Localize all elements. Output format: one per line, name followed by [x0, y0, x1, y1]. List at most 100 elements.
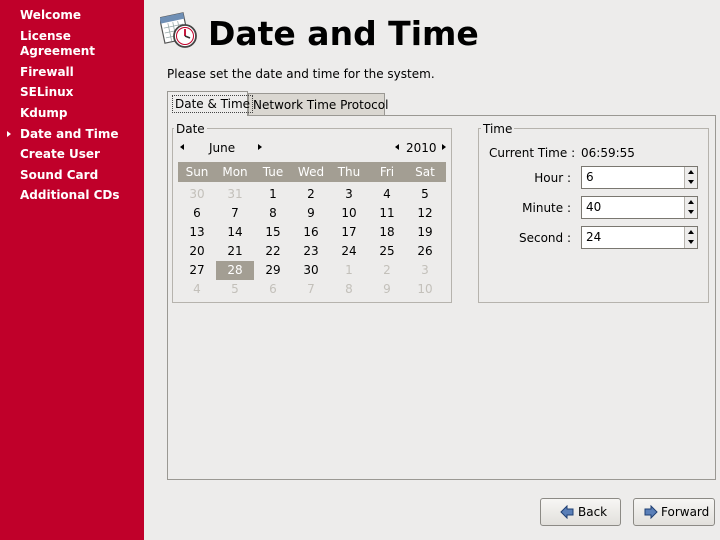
calendar-day[interactable]: 20 [178, 242, 216, 261]
calendar-day[interactable]: 5 [216, 280, 254, 299]
weekday-label: Sun [185, 165, 209, 179]
calendar-day-selected[interactable]: 28 [216, 261, 254, 280]
calendar-day[interactable]: 29 [254, 261, 292, 280]
weekday-label: Thu [337, 165, 361, 179]
calendar-day[interactable]: 3 [330, 185, 368, 204]
sidebar-item-date-and-time[interactable]: Date and Time [20, 127, 140, 142]
calendar-day[interactable]: 9 [292, 204, 330, 223]
calendar-day[interactable]: 6 [178, 204, 216, 223]
page-subtitle: Please set the date and time for the sys… [167, 67, 435, 81]
calendar-day[interactable]: 8 [330, 280, 368, 299]
tab-network-time-protocol[interactable]: Network Time Protocol [248, 93, 389, 116]
calendar-day[interactable]: 4 [178, 280, 216, 299]
tab-date-and-time[interactable]: Date & Time [167, 91, 254, 116]
hour-label: Hour : [534, 171, 571, 185]
calendar-day[interactable]: 2 [292, 185, 330, 204]
sidebar-item-sound-card[interactable]: Sound Card [20, 168, 140, 183]
calendar-day[interactable]: 24 [330, 242, 368, 261]
calendar-month: June [209, 141, 236, 155]
next-month-icon[interactable] [258, 144, 262, 150]
sidebar-item-license-agreement[interactable]: License Agreement [20, 29, 130, 59]
forward-button[interactable]: Forward [633, 498, 715, 526]
minute-value[interactable]: 40 [586, 200, 601, 215]
calendar-day[interactable]: 9 [368, 280, 406, 299]
weekday-label: Sat [415, 165, 435, 179]
calendar-day[interactable]: 18 [368, 223, 406, 242]
sidebar-item-create-user[interactable]: Create User [20, 147, 140, 162]
back-button[interactable]: Back [540, 498, 621, 526]
calendar-day[interactable]: 15 [254, 223, 292, 242]
date-frame-legend: Date [174, 122, 207, 136]
calendar-day[interactable]: 4 [368, 185, 406, 204]
minute-spin-buttons[interactable] [684, 197, 697, 218]
time-frame-legend: Time [481, 122, 515, 136]
sidebar-item-additional-cds[interactable]: Additional CDs [20, 188, 140, 203]
spin-up-icon[interactable] [688, 230, 694, 234]
spin-down-icon[interactable] [688, 210, 694, 214]
hour-value[interactable]: 6 [586, 170, 594, 185]
calendar-day[interactable]: 10 [330, 204, 368, 223]
sidebar-item-selinux[interactable]: SELinux [20, 85, 140, 100]
calendar-day[interactable]: 8 [254, 204, 292, 223]
forward-arrow-icon [644, 505, 658, 519]
current-time-label: Current Time : [489, 146, 576, 160]
calendar-day[interactable]: 30 [178, 185, 216, 204]
calendar-day[interactable]: 2 [368, 261, 406, 280]
calendar-day[interactable]: 17 [330, 223, 368, 242]
second-value[interactable]: 24 [586, 230, 601, 245]
calendar-day[interactable]: 27 [178, 261, 216, 280]
calendar-year: 2010 [406, 141, 437, 155]
back-button-label: Back [578, 505, 608, 519]
calendar-day[interactable]: 23 [292, 242, 330, 261]
hour-spin-buttons[interactable] [684, 167, 697, 188]
calendar-day[interactable]: 21 [216, 242, 254, 261]
next-year-icon[interactable] [442, 144, 446, 150]
second-label: Second : [518, 231, 571, 245]
calendar-clock-icon [158, 11, 200, 51]
calendar-day[interactable]: 1 [254, 185, 292, 204]
spin-up-icon[interactable] [688, 170, 694, 174]
sidebar-item-firewall[interactable]: Firewall [20, 65, 140, 80]
current-step-arrow-icon [7, 131, 11, 137]
calendar-day[interactable]: 19 [406, 223, 444, 242]
spin-down-icon[interactable] [688, 240, 694, 244]
calendar-day[interactable]: 1 [330, 261, 368, 280]
calendar-day[interactable]: 7 [216, 204, 254, 223]
calendar-day[interactable]: 25 [368, 242, 406, 261]
calendar-weekday-header: Sun Mon Tue Wed Thu Fri Sat [178, 162, 446, 182]
second-spin-buttons[interactable] [684, 227, 697, 248]
calendar-day[interactable]: 22 [254, 242, 292, 261]
second-spinbox[interactable]: 24 [581, 226, 698, 249]
calendar-day[interactable]: 30 [292, 261, 330, 280]
weekday-label: Tue [262, 165, 284, 179]
calendar-day[interactable]: 3 [406, 261, 444, 280]
calendar-day[interactable]: 26 [406, 242, 444, 261]
calendar-day[interactable]: 11 [368, 204, 406, 223]
calendar-day[interactable]: 10 [406, 280, 444, 299]
spin-down-icon[interactable] [688, 180, 694, 184]
minute-spinbox[interactable]: 40 [581, 196, 698, 219]
weekday-label: Fri [379, 165, 395, 179]
calendar-day[interactable]: 6 [254, 280, 292, 299]
page-title: Date and Time [208, 14, 479, 53]
calendar-day[interactable]: 5 [406, 185, 444, 204]
previous-year-icon[interactable] [395, 144, 399, 150]
sidebar-item-kdump[interactable]: Kdump [20, 106, 140, 121]
sidebar: Welcome License Agreement Firewall SELin… [0, 0, 144, 540]
calendar-day[interactable]: 13 [178, 223, 216, 242]
sidebar-item-welcome[interactable]: Welcome [20, 8, 140, 23]
calendar-day[interactable]: 12 [406, 204, 444, 223]
calendar-day[interactable]: 7 [292, 280, 330, 299]
calendar-day[interactable]: 16 [292, 223, 330, 242]
calendar-day[interactable]: 14 [216, 223, 254, 242]
current-time-value: 06:59:55 [581, 146, 635, 160]
minute-label: Minute : [522, 201, 571, 215]
previous-month-icon[interactable] [180, 144, 184, 150]
tab-network-time-protocol-label: Network Time Protocol [253, 98, 389, 112]
hour-spinbox[interactable]: 6 [581, 166, 698, 189]
back-arrow-icon [560, 505, 574, 519]
calendar-day[interactable]: 31 [216, 185, 254, 204]
spin-up-icon[interactable] [688, 200, 694, 204]
weekday-label: Mon [222, 165, 248, 179]
tab-date-and-time-label: Date & Time [172, 95, 254, 113]
